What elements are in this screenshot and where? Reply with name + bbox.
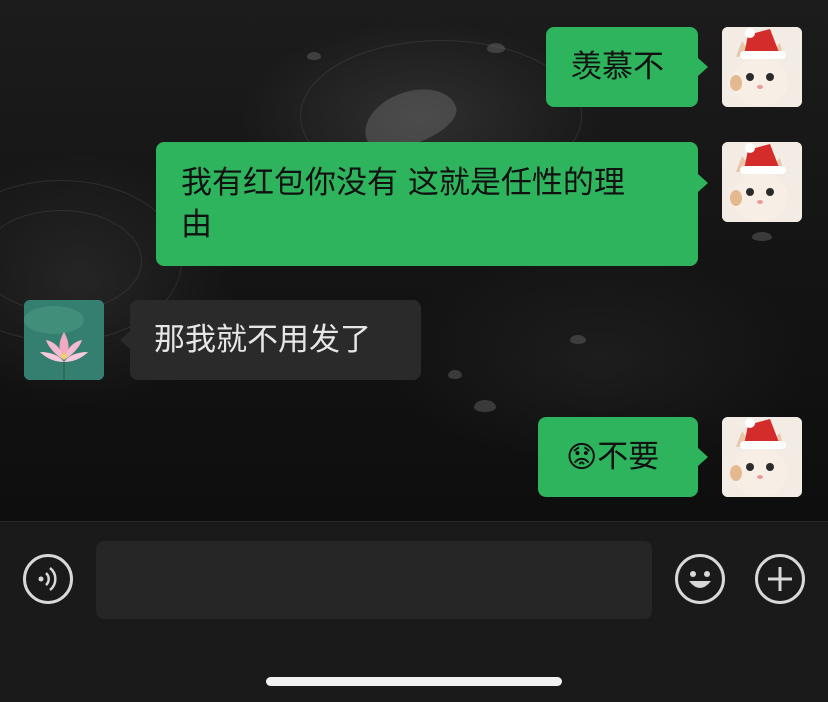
input-bar [0, 521, 828, 702]
message-row: 😟不要 [0, 0, 828, 510]
worried-face-emoji: 😟 [566, 440, 598, 475]
voice-button[interactable] [23, 554, 73, 604]
home-indicator[interactable] [266, 677, 562, 686]
emoji-icon [689, 571, 711, 588]
plus-icon [768, 567, 792, 591]
message-bubble[interactable]: 😟不要 [538, 417, 698, 497]
emoji-button[interactable] [675, 554, 725, 604]
message-text: 不要 [597, 439, 660, 475]
chat-area[interactable]: 羡慕不 我有红包你没有 这就是任性的理 由 那我就不用发了 😟不要 [0, 0, 828, 521]
cat-avatar-icon [722, 417, 802, 497]
bubble-tail [698, 448, 708, 466]
message-input[interactable] [96, 541, 652, 619]
plus-button[interactable] [755, 554, 805, 604]
voice-icon [38, 567, 57, 591]
my-avatar[interactable] [722, 417, 802, 497]
